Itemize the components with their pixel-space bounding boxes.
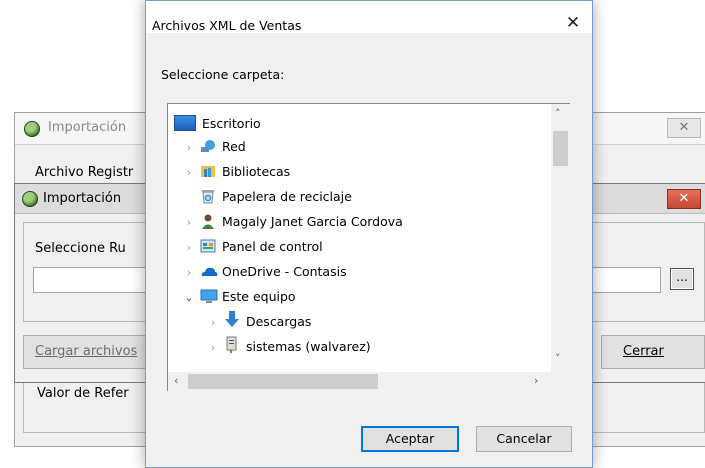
network-drive-icon bbox=[224, 336, 240, 353]
tree-item-label: Descargas bbox=[245, 314, 312, 329]
scroll-left-icon[interactable]: ‹ bbox=[174, 374, 178, 387]
tree-item-label: Red bbox=[221, 139, 246, 154]
tree-item-label: Este equipo bbox=[221, 289, 296, 304]
tree-item-este-equipo[interactable]: ⌄ Este equipo bbox=[182, 284, 296, 310]
dialog-title: Archivos XML de Ventas bbox=[152, 18, 302, 33]
chevron-right-icon[interactable]: › bbox=[182, 210, 196, 235]
chevron-right-icon[interactable]: › bbox=[182, 235, 196, 260]
close-icon[interactable]: ✕ bbox=[667, 189, 701, 209]
tree-item-label: Papelera de reciclaje bbox=[221, 189, 352, 204]
desktop-icon bbox=[174, 115, 196, 131]
browse-button[interactable]: ... bbox=[670, 268, 694, 290]
ok-button[interactable]: Aceptar bbox=[361, 426, 459, 452]
folder-tree[interactable]: Escritorio › Red › Bibliotecas Papelera … bbox=[167, 103, 570, 391]
folder-browser-dialog: Archivos XML de Ventas ✕ Seleccione carp… bbox=[145, 0, 593, 468]
tree-item-label: sistemas (walvarez) bbox=[245, 339, 371, 354]
tree-item-label: Escritorio bbox=[202, 116, 261, 131]
scroll-corner bbox=[551, 372, 570, 391]
tree-item-user[interactable]: › Magaly Janet Garcia Cordova bbox=[182, 209, 403, 234]
chevron-right-icon[interactable]: › bbox=[206, 310, 220, 335]
tree-item-label: OneDrive - Contasis bbox=[221, 264, 347, 279]
horizontal-scrollbar[interactable]: ‹ › bbox=[168, 372, 551, 391]
tree-item-sistemas[interactable]: › sistemas (walvarez) bbox=[206, 334, 371, 359]
chevron-down-icon[interactable]: ⌄ bbox=[182, 285, 196, 310]
tree-item-descargas[interactable]: › Descargas bbox=[206, 309, 311, 334]
value-label: Valor de Refer bbox=[37, 386, 129, 401]
import-window-title: Importación bbox=[43, 191, 122, 206]
chevron-right-icon[interactable]: › bbox=[206, 335, 220, 360]
user-folder-icon bbox=[200, 212, 216, 229]
cancel-button[interactable]: Cancelar bbox=[476, 426, 572, 452]
tree-item-label: Bibliotecas bbox=[221, 164, 291, 179]
scroll-thumb[interactable] bbox=[553, 131, 568, 166]
load-files-button[interactable]: Cargar archivos bbox=[23, 335, 163, 369]
close-icon[interactable]: ✕ bbox=[667, 118, 701, 138]
recycle-bin-icon bbox=[200, 187, 216, 204]
background-window-title: Importación bbox=[48, 120, 127, 135]
close-icon[interactable]: ✕ bbox=[560, 13, 586, 33]
chevron-right-icon[interactable]: › bbox=[182, 160, 196, 185]
route-label: Seleccione Ru bbox=[35, 241, 126, 256]
scroll-up-icon[interactable]: ˄ bbox=[555, 107, 561, 120]
libraries-icon bbox=[200, 162, 216, 178]
close-button[interactable]: Cerrar bbox=[601, 335, 705, 369]
onedrive-icon bbox=[200, 262, 218, 278]
dialog-titlebar: Archivos XML de Ventas ✕ bbox=[146, 1, 592, 33]
app-icon bbox=[24, 121, 40, 137]
this-pc-icon bbox=[200, 287, 218, 303]
scroll-down-icon[interactable]: ˅ bbox=[555, 352, 561, 365]
tree-item-panel-control[interactable]: › Panel de control bbox=[182, 234, 323, 259]
app-icon bbox=[22, 191, 38, 207]
scroll-right-icon[interactable]: › bbox=[534, 374, 538, 387]
chevron-right-icon[interactable]: › bbox=[182, 260, 196, 285]
group-label-archivo: Archivo Registr bbox=[35, 165, 134, 180]
tree-item-label: Magaly Janet Garcia Cordova bbox=[221, 214, 403, 229]
control-panel-icon bbox=[200, 237, 216, 253]
network-icon bbox=[200, 137, 216, 153]
tree-item-label: Panel de control bbox=[221, 239, 323, 254]
scroll-thumb-h[interactable] bbox=[188, 374, 378, 389]
dialog-prompt: Seleccione carpeta: bbox=[161, 67, 285, 82]
tree-item-bibliotecas[interactable]: › Bibliotecas bbox=[182, 159, 290, 184]
chevron-right-icon[interactable]: › bbox=[182, 135, 196, 160]
tree-item-escritorio[interactable]: Escritorio bbox=[174, 111, 261, 136]
tree-item-onedrive[interactable]: › OneDrive - Contasis bbox=[182, 259, 347, 284]
tree-item-papelera[interactable]: Papelera de reciclaje bbox=[182, 184, 352, 209]
vertical-scrollbar[interactable]: ˄ ˅ bbox=[551, 104, 570, 372]
downloads-icon bbox=[224, 311, 240, 327]
tree-item-red[interactable]: › Red bbox=[182, 134, 246, 159]
